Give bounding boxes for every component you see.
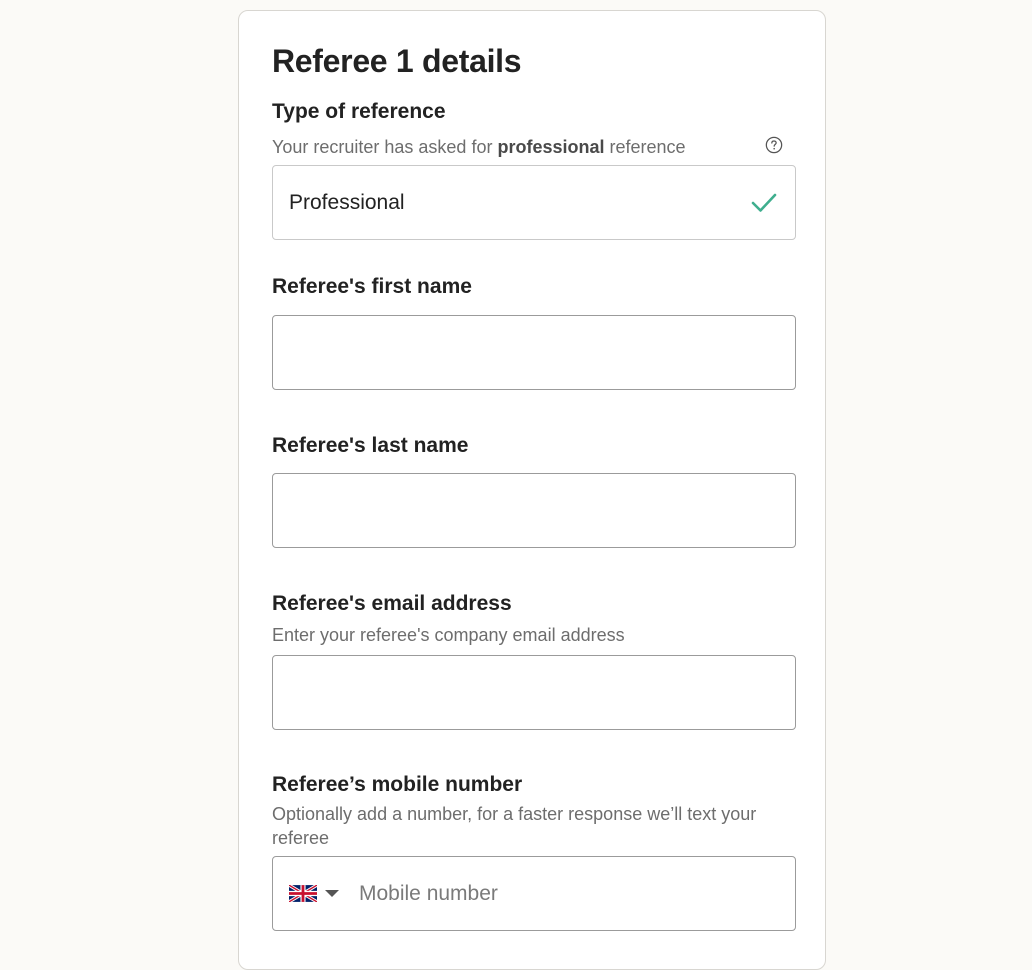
mobile-number-input[interactable] <box>339 857 795 930</box>
question-circle-icon[interactable] <box>765 136 783 154</box>
first-name-field-wrapper <box>272 315 796 390</box>
first-name-label: Referee's first name <box>272 275 472 298</box>
email-label: Referee's email address <box>272 592 512 615</box>
email-input[interactable] <box>273 656 795 729</box>
country-code-dropdown[interactable] <box>273 857 339 930</box>
first-name-input[interactable] <box>273 316 795 389</box>
mobile-hint: Optionally add a number, for a faster re… <box>272 804 757 848</box>
card-title: Referee 1 details <box>272 43 522 79</box>
caret-down-icon <box>325 890 339 897</box>
reference-type-hint-suffix: reference <box>604 137 686 157</box>
last-name-label: Referee's last name <box>272 434 469 457</box>
last-name-field-wrapper <box>272 473 796 548</box>
reference-type-select[interactable]: Professional <box>272 165 796 240</box>
referee-details-card: Referee 1 details Type of reference Your… <box>238 10 826 970</box>
reference-type-selected-value: Professional <box>289 190 405 214</box>
email-field-wrapper <box>272 655 796 730</box>
reference-type-hint: Your recruiter has asked for professiona… <box>272 135 792 159</box>
reference-type-hint-bold: professional <box>497 137 605 157</box>
mobile-field-wrapper <box>272 856 796 931</box>
reference-type-label: Type of reference <box>272 100 446 123</box>
last-name-input[interactable] <box>273 474 795 547</box>
email-hint: Enter your referee's company email addre… <box>272 625 625 645</box>
reference-type-hint-prefix: Your recruiter has asked for <box>272 137 498 157</box>
check-icon <box>751 193 777 212</box>
mobile-label: Referee’s mobile number <box>272 773 523 796</box>
uk-flag-icon <box>289 885 317 902</box>
